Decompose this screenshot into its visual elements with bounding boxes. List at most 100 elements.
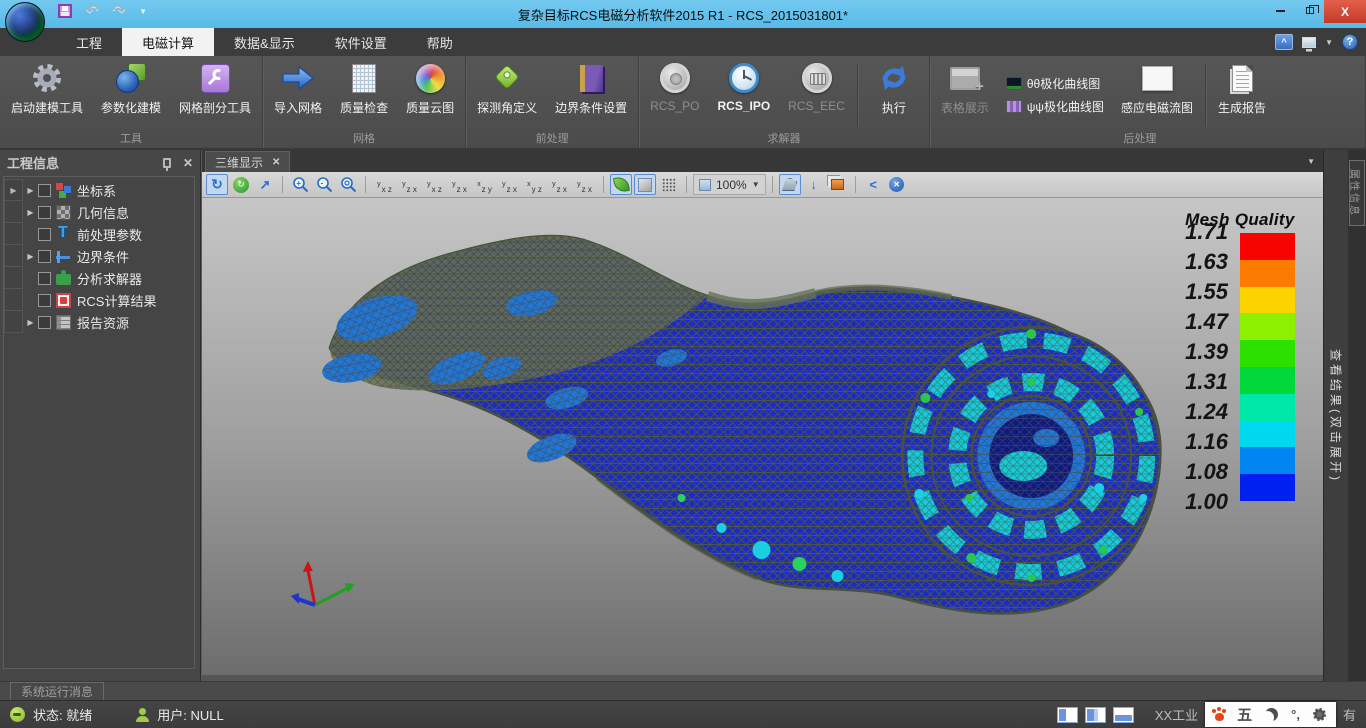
close-view-button[interactable]: ✕ bbox=[886, 174, 908, 195]
ribbon-button-rcs-po[interactable]: RCS_PO bbox=[641, 59, 708, 131]
pin-icon[interactable] bbox=[163, 158, 171, 168]
ribbon-button-launch-modeling[interactable]: 启动建模工具 bbox=[2, 59, 92, 131]
layers-tool-button[interactable] bbox=[827, 174, 849, 195]
tree-gutter-cell[interactable] bbox=[4, 223, 23, 245]
ime-toolbar[interactable]: 五 °, bbox=[1205, 702, 1336, 727]
tree-expander-icon[interactable]: ▶ bbox=[23, 186, 38, 195]
tree-checkbox[interactable] bbox=[38, 250, 51, 263]
view-orientation-button-6[interactable]: xy z bbox=[522, 174, 547, 195]
ime-gear-icon[interactable] bbox=[1313, 708, 1326, 721]
tree-checkbox[interactable] bbox=[38, 272, 51, 285]
minimize-button[interactable] bbox=[1266, 0, 1295, 21]
view-orientation-button-8[interactable]: yz x bbox=[572, 174, 597, 195]
drop-tool-button[interactable]: ↓ bbox=[803, 174, 825, 195]
tree-item-3[interactable]: ▶边界条件 bbox=[4, 245, 194, 267]
zoom-in-button[interactable]: + bbox=[289, 174, 311, 195]
points-mode-button[interactable] bbox=[658, 174, 680, 195]
tree-expander-icon[interactable]: ▶ bbox=[23, 208, 38, 217]
ribbon-button-generate-report[interactable]: 生成报告 bbox=[1209, 59, 1275, 131]
layout-split-panel-icon[interactable] bbox=[1085, 707, 1106, 723]
menu-tab-4[interactable]: 帮助 bbox=[407, 28, 473, 56]
viewport-tab-close-icon[interactable]: ✕ bbox=[272, 157, 280, 168]
tree-checkbox[interactable] bbox=[38, 184, 51, 197]
tree-gutter-cell[interactable] bbox=[4, 289, 23, 311]
clip-tool-button[interactable] bbox=[779, 174, 801, 195]
menu-tab-0[interactable]: 工程 bbox=[56, 28, 122, 56]
ime-moon-icon[interactable] bbox=[1265, 708, 1278, 721]
menu-tab-1[interactable]: 电磁计算 bbox=[122, 28, 214, 56]
view-orientation-button-7[interactable]: yz x bbox=[547, 174, 572, 195]
layout-left-panel-icon[interactable] bbox=[1057, 707, 1078, 723]
help-icon[interactable]: ? bbox=[1342, 34, 1358, 50]
menu-tab-3[interactable]: 软件设置 bbox=[315, 28, 407, 56]
view-orientation-button-0[interactable]: yx z bbox=[372, 174, 397, 195]
menu-tab-2[interactable]: 数据&显示 bbox=[214, 28, 315, 56]
viewport-tab-3d[interactable]: 三维显示 ✕ bbox=[205, 151, 290, 172]
view-buttons: yx zyz xyx zyz xxz yyz xxy zyz xyz x bbox=[372, 174, 597, 195]
tree-gutter-cell[interactable] bbox=[4, 245, 23, 267]
tree-gutter-cell[interactable] bbox=[4, 201, 23, 223]
restore-button[interactable] bbox=[1295, 0, 1324, 21]
spin-tool-button[interactable]: ↻ bbox=[230, 174, 252, 195]
tree-gutter-cell[interactable] bbox=[4, 267, 23, 289]
view-orientation-button-3[interactable]: yz x bbox=[447, 174, 472, 195]
app-logo-icon[interactable] bbox=[5, 2, 45, 42]
tree-checkbox[interactable] bbox=[38, 316, 51, 329]
ribbon-button-theta-chart[interactable]: θθ极化曲线图 bbox=[1006, 75, 1104, 92]
tree-item-6[interactable]: ▶报告资源 bbox=[4, 311, 194, 333]
layout-bottom-panel-icon[interactable] bbox=[1113, 707, 1134, 723]
display-dropdown-icon[interactable]: ▼ bbox=[1325, 38, 1333, 47]
ime-punctuation[interactable]: °, bbox=[1291, 707, 1300, 722]
tree-item-5[interactable]: RCS计算结果 bbox=[4, 289, 194, 311]
results-side-tab[interactable]: 查看结果(双击展开) bbox=[1323, 150, 1348, 681]
ribbon-button-boundary-settings[interactable]: 边界条件设置 bbox=[546, 59, 636, 131]
mesh-model[interactable] bbox=[202, 198, 1323, 675]
ribbon-button-parametric-modeling[interactable]: 参数化建模 bbox=[92, 59, 170, 131]
properties-side-tab[interactable]: 属性信息 bbox=[1349, 160, 1365, 226]
ribbon-button-probe-angle[interactable]: 探测角定义 bbox=[468, 59, 546, 131]
ime-paw-icon[interactable] bbox=[1215, 713, 1224, 721]
ribbon-button-em-current-map[interactable]: 感应电磁流图 bbox=[1112, 59, 1202, 131]
view-orientation-button-5[interactable]: yz x bbox=[497, 174, 522, 195]
ribbon-button-table-display[interactable]: 表格展示 bbox=[932, 59, 998, 131]
tree-item-0[interactable]: ▶▶坐标系 bbox=[4, 179, 194, 201]
ribbon-button-quality-cloud[interactable]: 质量云图 bbox=[397, 59, 463, 131]
view-orientation-button-4[interactable]: xz y bbox=[472, 174, 497, 195]
tree-item-1[interactable]: ▶几何信息 bbox=[4, 201, 194, 223]
tree-gutter-cell[interactable]: ▶ bbox=[4, 179, 23, 201]
wireframe-mode-button[interactable] bbox=[634, 174, 656, 195]
tree-gutter-cell[interactable] bbox=[4, 311, 23, 333]
canvas-3d[interactable]: Mesh Quality 1.711.631.551.471.391.311.2… bbox=[202, 198, 1323, 675]
pan-tool-button[interactable]: ↗ bbox=[254, 174, 276, 195]
tree-expander-icon[interactable]: ▶ bbox=[23, 318, 38, 327]
ribbon-button-import-mesh[interactable]: 导入网格 bbox=[265, 59, 331, 131]
view-orientation-button-2[interactable]: yx z bbox=[422, 174, 447, 195]
zoom-fit-button[interactable] bbox=[337, 174, 359, 195]
ribbon-button-mesh-partition[interactable]: 网格剖分工具 bbox=[170, 59, 260, 131]
share-tool-button[interactable]: < bbox=[862, 174, 884, 195]
panel-close-icon[interactable]: ✕ bbox=[183, 156, 193, 170]
rotate-tool-button[interactable]: ↻ bbox=[206, 174, 228, 195]
tab-overflow-icon[interactable]: ▼ bbox=[1307, 157, 1315, 166]
tree-item-2[interactable]: 前处理参数 bbox=[4, 223, 194, 245]
collapse-ribbon-icon[interactable]: ^ bbox=[1275, 34, 1293, 50]
zoom-level-select[interactable]: 100% ▼ bbox=[693, 174, 766, 195]
ribbon-button-execute[interactable]: 执行 bbox=[861, 59, 927, 131]
tree-expander-icon[interactable]: ▶ bbox=[23, 252, 38, 261]
tree-checkbox[interactable] bbox=[38, 206, 51, 219]
system-message-tab[interactable]: 系统运行消息 bbox=[10, 682, 104, 700]
view-orientation-button-1[interactable]: yz x bbox=[397, 174, 422, 195]
legend-value: 1.39 bbox=[1185, 341, 1228, 363]
ribbon-button-quality-check[interactable]: 质量检查 bbox=[331, 59, 397, 131]
ribbon-button-rcs-eec[interactable]: RCS_EEC bbox=[779, 59, 854, 131]
display-icon[interactable] bbox=[1302, 37, 1316, 48]
tree-checkbox[interactable] bbox=[38, 294, 51, 307]
shaded-mode-button[interactable] bbox=[610, 174, 632, 195]
ime-wubi-mode[interactable]: 五 bbox=[1237, 704, 1252, 725]
ribbon-button-psi-chart[interactable]: ψψ极化曲线图 bbox=[1006, 98, 1104, 115]
zoom-out-button[interactable]: - bbox=[313, 174, 335, 195]
close-button[interactable]: X bbox=[1324, 0, 1366, 23]
tree-item-4[interactable]: 分析求解器 bbox=[4, 267, 194, 289]
tree-checkbox[interactable] bbox=[38, 228, 51, 241]
ribbon-button-rcs-ipo[interactable]: RCS_IPO bbox=[708, 59, 779, 131]
